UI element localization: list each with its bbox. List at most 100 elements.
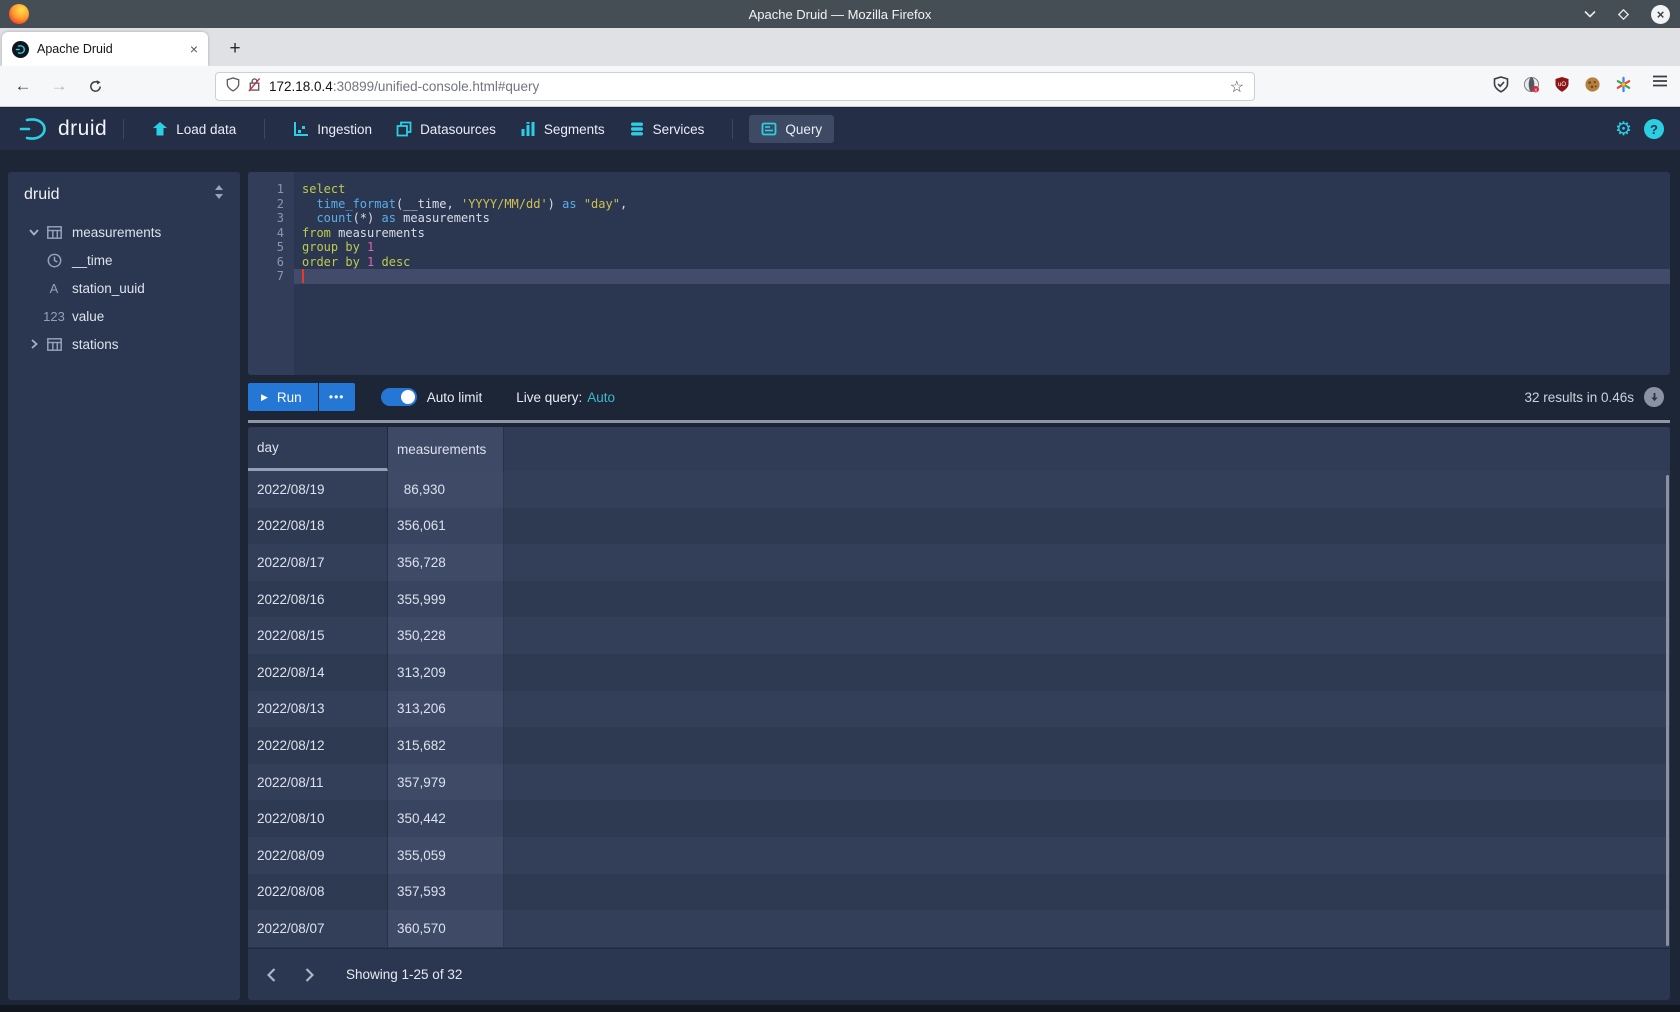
schema-item-stations[interactable]: stations xyxy=(8,330,240,358)
menu-icon[interactable] xyxy=(1652,74,1668,93)
code-line[interactable]: select xyxy=(294,182,1670,197)
vertical-scrollbar[interactable] xyxy=(1666,475,1669,946)
cell-day[interactable]: 2022/08/14 xyxy=(248,654,388,691)
maximize-icon[interactable] xyxy=(1618,9,1629,20)
new-tab-button[interactable]: + xyxy=(222,36,248,62)
results-summary: 32 results in 0.46s xyxy=(1524,390,1634,405)
cell-day[interactable]: 2022/08/17 xyxy=(248,544,388,581)
gear-icon[interactable]: ⚙ xyxy=(1615,120,1632,139)
druid-logo[interactable]: druid xyxy=(18,116,107,142)
cell-day[interactable]: 2022/08/08 xyxy=(248,874,388,911)
cell-day[interactable]: 2022/08/18 xyxy=(248,508,388,545)
help-icon[interactable]: ? xyxy=(1644,119,1664,139)
schema-item-value[interactable]: 123 value xyxy=(8,302,240,330)
row-filler xyxy=(504,727,1670,764)
cell-measurements[interactable]: 357,593 xyxy=(388,874,504,911)
editor-code[interactable]: select time_format(__time, 'YYYY/MM/dd')… xyxy=(294,172,1670,375)
table-row: 2022/08/14313,209 xyxy=(248,654,1670,691)
cell-measurements[interactable]: 350,228 xyxy=(388,617,504,654)
svg-text:x: x xyxy=(1534,87,1537,93)
caret-sort-icon[interactable] xyxy=(214,185,224,204)
download-icon[interactable] xyxy=(1644,387,1664,407)
chevron-down-icon[interactable] xyxy=(1584,10,1596,18)
cell-measurements[interactable]: 356,728 xyxy=(388,544,504,581)
column-header-measurements[interactable]: measurements xyxy=(388,427,504,471)
cell-measurements[interactable]: 313,206 xyxy=(388,691,504,728)
browser-tab[interactable]: Apache Druid × xyxy=(2,32,208,66)
code-line[interactable]: count(*) as measurements xyxy=(294,211,1670,226)
window-edge xyxy=(0,1005,1680,1012)
cell-measurements[interactable]: 355,999 xyxy=(388,581,504,618)
cell-measurements[interactable]: 350,442 xyxy=(388,800,504,837)
code-line[interactable] xyxy=(294,269,1670,284)
cell-day[interactable]: 2022/08/16 xyxy=(248,581,388,618)
nav-divider xyxy=(264,119,265,139)
reload-icon[interactable] xyxy=(80,72,110,100)
cell-measurements[interactable]: 86,930 xyxy=(388,471,504,508)
cell-day[interactable]: 2022/08/09 xyxy=(248,837,388,874)
auto-limit-label: Auto limit xyxy=(427,390,483,405)
color-asterisk-extension-icon[interactable] xyxy=(1615,76,1632,98)
row-filler xyxy=(504,800,1670,837)
auto-limit-toggle[interactable] xyxy=(381,388,417,406)
cell-day[interactable]: 2022/08/07 xyxy=(248,910,388,947)
chevron-right-icon[interactable] xyxy=(26,339,42,349)
chevron-left-icon[interactable] xyxy=(256,960,286,990)
table-row: 2022/08/10350,442 xyxy=(248,800,1670,837)
cookie-extension-icon[interactable] xyxy=(1584,76,1601,98)
bookmark-star-icon[interactable]: ☆ xyxy=(1230,77,1244,97)
code-line[interactable]: order by 1 desc xyxy=(294,255,1670,270)
druid-favicon xyxy=(12,41,29,58)
privacy-shield-extension-icon[interactable] xyxy=(1493,76,1509,98)
cell-measurements[interactable]: 360,570 xyxy=(388,910,504,947)
code-line[interactable]: from measurements xyxy=(294,226,1670,241)
forward-icon[interactable]: → xyxy=(44,72,74,100)
schema-sidebar: druid measurements __time A station_uuid xyxy=(8,172,240,1000)
cell-day[interactable]: 2022/08/12 xyxy=(248,727,388,764)
live-query-value[interactable]: Auto xyxy=(587,390,615,405)
schema-item-station-uuid[interactable]: A station_uuid xyxy=(8,274,240,302)
run-button[interactable]: ▶ Run xyxy=(248,383,318,411)
cell-measurements[interactable]: 313,209 xyxy=(388,654,504,691)
cell-measurements[interactable]: 356,061 xyxy=(388,508,504,545)
run-more-button[interactable]: ••• xyxy=(319,383,355,411)
url-input[interactable]: 172.18.0.4:30899/unified-console.html#qu… xyxy=(269,79,1222,94)
brand-text: druid xyxy=(58,117,107,141)
shield-icon[interactable] xyxy=(226,77,240,97)
nav-item-load-data[interactable]: Load data xyxy=(140,115,248,143)
nav-item-ingestion[interactable]: Ingestion xyxy=(281,115,384,143)
sql-editor[interactable]: 1234567 select time_format(__time, 'YYYY… xyxy=(248,172,1670,375)
cell-measurements[interactable]: 357,979 xyxy=(388,764,504,801)
nav-item-datasources[interactable]: Datasources xyxy=(384,115,508,143)
cell-day[interactable]: 2022/08/13 xyxy=(248,691,388,728)
nav-item-services[interactable]: Services xyxy=(617,115,717,143)
close-icon[interactable]: × xyxy=(1651,5,1670,24)
mask-extension-icon[interactable]: x xyxy=(1523,76,1540,98)
ublock-extension-icon[interactable]: uO xyxy=(1554,76,1570,98)
cell-day[interactable]: 2022/08/11 xyxy=(248,764,388,801)
run-bar: ▶ Run ••• Auto limit Live query: Auto 32… xyxy=(248,383,1670,411)
schema-item-measurements[interactable]: measurements xyxy=(8,218,240,246)
back-icon[interactable]: ← xyxy=(8,72,38,100)
lock-slash-icon[interactable] xyxy=(248,77,261,97)
panel-resize-handle[interactable] xyxy=(248,420,1670,423)
cell-measurements[interactable]: 355,059 xyxy=(388,837,504,874)
table-row: 2022/08/11357,979 xyxy=(248,764,1670,801)
table-row: 2022/08/12315,682 xyxy=(248,727,1670,764)
code-line[interactable]: time_format(__time, 'YYYY/MM/dd') as "da… xyxy=(294,197,1670,212)
chevron-right-icon[interactable] xyxy=(294,960,324,990)
nav-item-query[interactable]: Query xyxy=(749,115,834,143)
cell-day[interactable]: 2022/08/15 xyxy=(248,617,388,654)
code-line[interactable]: group by 1 xyxy=(294,240,1670,255)
column-header-day[interactable]: day xyxy=(248,427,388,471)
editor-gutter: 1234567 xyxy=(248,172,294,375)
chevron-down-icon[interactable] xyxy=(26,229,42,236)
druid-navbar: druid Load data Ingestion Datasources Se… xyxy=(0,108,1680,150)
url-bar[interactable]: 172.18.0.4:30899/unified-console.html#qu… xyxy=(215,72,1255,101)
tab-close-icon[interactable]: × xyxy=(190,42,198,56)
cell-day[interactable]: 2022/08/10 xyxy=(248,800,388,837)
cell-measurements[interactable]: 315,682 xyxy=(388,727,504,764)
nav-item-segments[interactable]: Segments xyxy=(508,115,617,143)
cell-day[interactable]: 2022/08/19 xyxy=(248,471,388,508)
schema-item-time[interactable]: __time xyxy=(8,246,240,274)
